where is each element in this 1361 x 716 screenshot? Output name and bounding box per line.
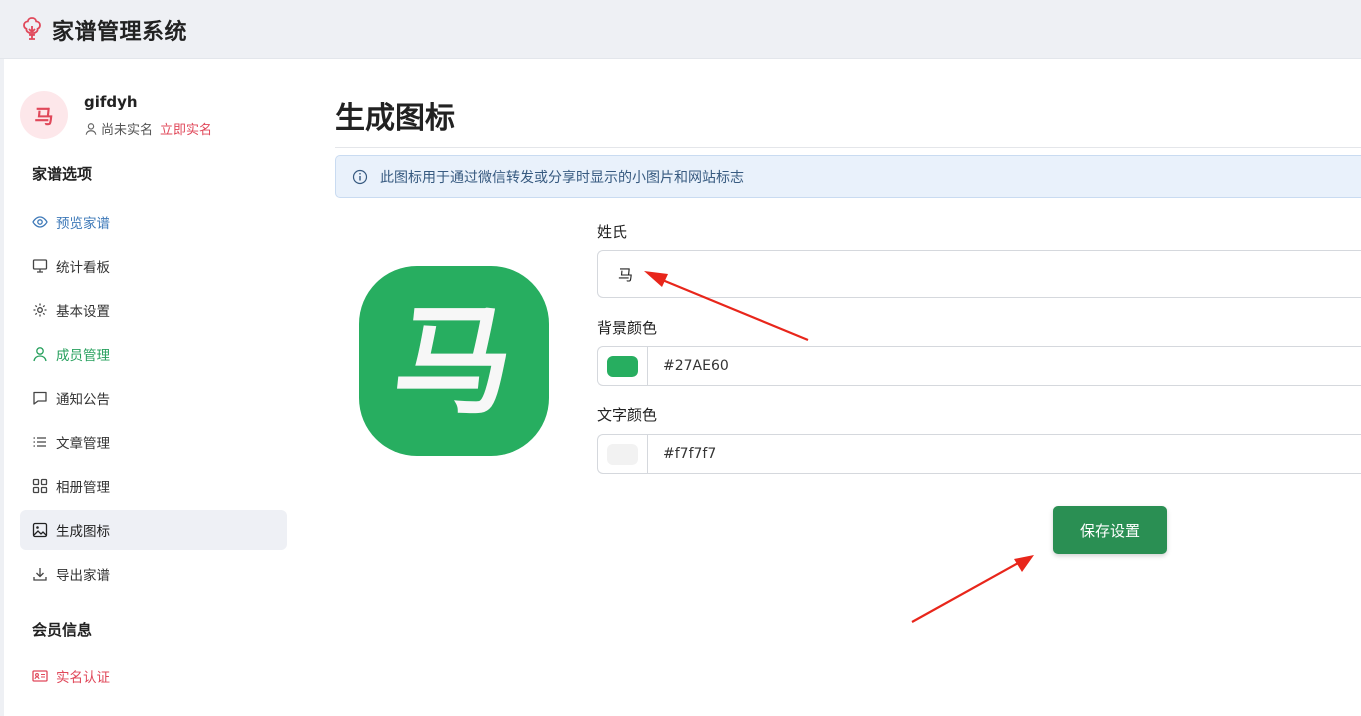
image-icon	[32, 522, 48, 538]
sidebar-item-label: 成员管理	[56, 348, 110, 364]
sidebar-item-label: 通知公告	[56, 392, 110, 408]
sidebar-item-label: 基本设置	[56, 304, 110, 320]
sidebar-item-label: 相册管理	[56, 480, 110, 496]
save-button[interactable]: 保存设置	[1053, 506, 1167, 554]
icon-preview-char: 马	[387, 291, 521, 430]
sidebar-item-export[interactable]: 导出家谱	[20, 554, 287, 594]
title-divider	[335, 147, 1361, 148]
user-icon	[33, 347, 47, 362]
eye-icon	[32, 216, 48, 228]
username: gifdyh	[84, 93, 138, 111]
icon-preview: 马	[359, 266, 549, 456]
download-icon	[33, 568, 47, 581]
sidebar: 马 gifdyh 尚未实名 立即实名 家谱选项 预览家谱 统计看板 基本设置 成…	[4, 59, 300, 716]
sidebar-item-albums[interactable]: 相册管理	[20, 466, 287, 506]
top-bar: 家谱管理系统	[0, 0, 1361, 59]
sidebar-item-label: 导出家谱	[56, 568, 110, 584]
surname-value: 马	[618, 265, 634, 284]
main-content: 生成图标 此图标用于通过微信转发或分享时显示的小图片和网站标志 马 姓氏 马 背…	[300, 59, 1361, 716]
id-card-icon	[32, 670, 48, 682]
monitor-icon	[32, 259, 48, 273]
bg-color-value: #27AE60	[663, 358, 729, 374]
sidebar-item-preview[interactable]: 预览家谱	[20, 202, 287, 242]
info-icon	[352, 169, 368, 184]
surname-label: 姓氏	[597, 223, 628, 241]
text-color-label: 文字颜色	[597, 406, 658, 424]
bg-color-label: 背景颜色	[597, 319, 658, 337]
sidebar-item-label: 统计看板	[56, 260, 110, 276]
sidebar-item-verification[interactable]: 实名认证	[20, 656, 287, 696]
sidebar-item-settings[interactable]: 基本设置	[20, 290, 287, 330]
sidebar-item-members[interactable]: 成员管理	[20, 334, 287, 374]
alert-text: 此图标用于通过微信转发或分享时显示的小图片和网站标志	[380, 169, 744, 186]
list-icon	[33, 437, 46, 447]
sidebar-item-label: 文章管理	[56, 436, 110, 452]
avatar[interactable]: 马	[20, 91, 68, 139]
message-icon	[33, 391, 47, 405]
sidebar-item-notices[interactable]: 通知公告	[20, 378, 287, 418]
sidebar-item-generate-icon[interactable]: 生成图标	[20, 510, 287, 550]
text-color-input[interactable]: #f7f7f7	[597, 434, 1361, 474]
gear-icon	[33, 303, 47, 317]
realname-status-row: 尚未实名 立即实名	[84, 119, 212, 138]
page-title: 生成图标	[335, 101, 455, 136]
info-alert: 此图标用于通过微信转发或分享时显示的小图片和网站标志	[335, 155, 1361, 198]
group-title-membership: 会员信息	[32, 621, 93, 639]
bg-color-picker[interactable]	[598, 347, 648, 385]
group-title-genealogy: 家谱选项	[32, 165, 93, 183]
tree-icon	[23, 17, 41, 40]
bg-color-input[interactable]: #27AE60	[597, 346, 1361, 386]
bg-color-swatch	[607, 355, 638, 377]
text-color-picker[interactable]	[598, 435, 648, 473]
sidebar-item-label: 实名认证	[56, 670, 110, 686]
text-color-value: #f7f7f7	[663, 446, 717, 462]
realname-status: 尚未实名	[101, 123, 154, 138]
user-outline-icon	[85, 122, 97, 135]
app-title: 家谱管理系统	[52, 20, 188, 45]
text-color-swatch	[607, 443, 638, 465]
surname-input[interactable]: 马	[597, 250, 1361, 298]
sidebar-item-articles[interactable]: 文章管理	[20, 422, 287, 462]
sidebar-item-label: 预览家谱	[56, 216, 110, 232]
grid-icon	[32, 478, 48, 494]
realname-link[interactable]: 立即实名	[160, 119, 212, 138]
sidebar-item-dashboard[interactable]: 统计看板	[20, 246, 287, 286]
sidebar-item-label: 生成图标	[56, 524, 110, 540]
